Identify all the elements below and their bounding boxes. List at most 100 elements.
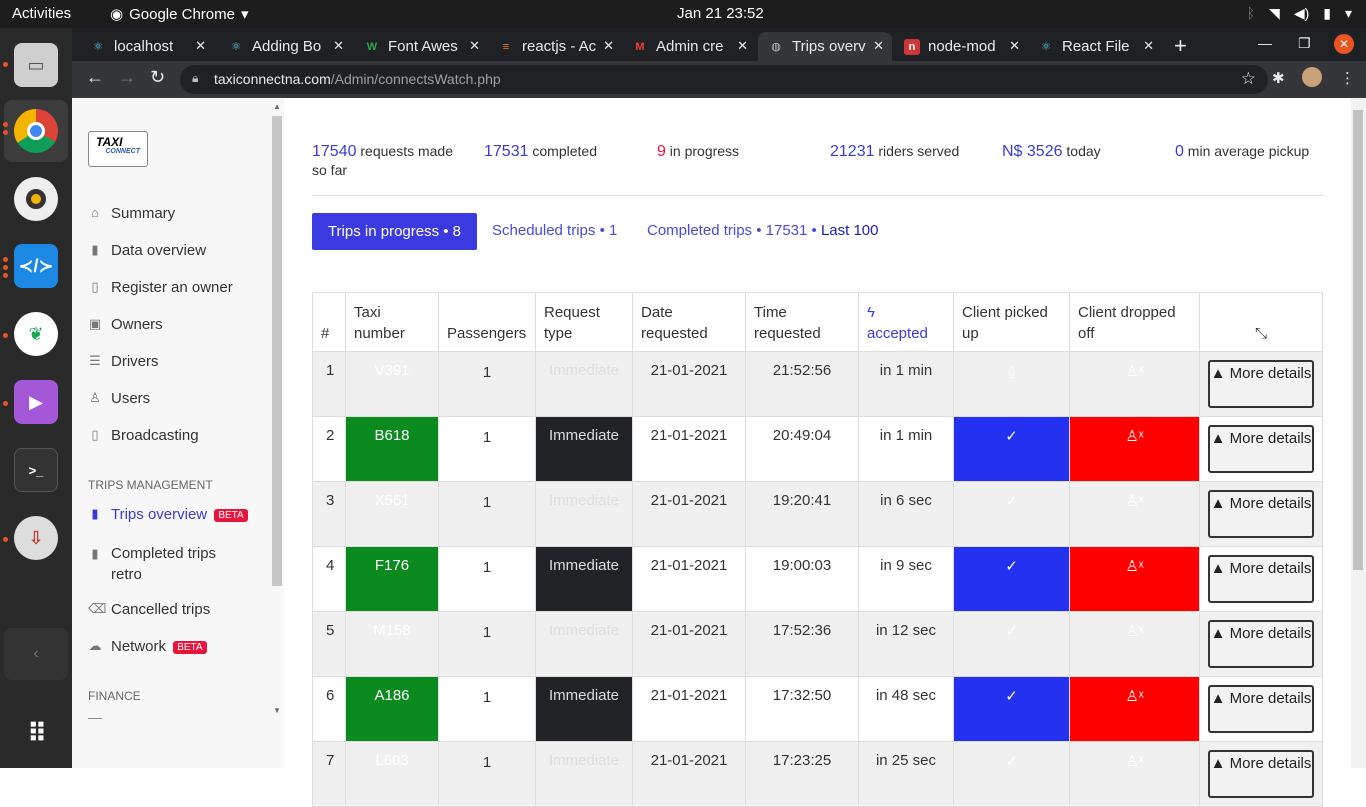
- sidebar-item-drivers[interactable]: ☰ Drivers: [88, 353, 158, 370]
- cell-passengers: 1: [438, 676, 536, 742]
- cell-dropped-off: ♙ˣ: [1069, 546, 1200, 612]
- sidebar-item-users[interactable]: ♙ Users: [88, 390, 150, 407]
- section-finance: FINANCE: [88, 689, 141, 703]
- close-icon[interactable]: ✕: [737, 38, 748, 54]
- dock-mongodb-compass[interactable]: ❦: [4, 303, 68, 365]
- browser-tab[interactable]: ≡ reactjs - Ac ✕: [488, 32, 622, 61]
- browser-tab[interactable]: ⚛ Adding Bo ✕: [218, 32, 352, 61]
- close-window-button[interactable]: ✕: [1334, 34, 1354, 54]
- more-details-button[interactable]: ▲ More details: [1208, 425, 1314, 473]
- sidebar-item-broadcasting[interactable]: ▯ Broadcasting: [88, 427, 198, 444]
- avatar[interactable]: [1302, 67, 1322, 87]
- kebab-menu-icon[interactable]: ⋮: [1340, 69, 1355, 87]
- sidebar-item-cancelled-trips[interactable]: ⌫ Cancelled trips: [88, 601, 210, 618]
- mongodb-icon: ❦: [14, 312, 58, 356]
- bar-chart-icon: ▮: [91, 546, 99, 561]
- cell-time: 17:52:36: [745, 611, 859, 677]
- check-icon: ✓: [1005, 428, 1018, 445]
- scroll-down-arrow[interactable]: ▼: [273, 706, 281, 715]
- more-details-button[interactable]: ▲ More details: [1208, 555, 1314, 603]
- reload-button[interactable]: ↻: [150, 67, 165, 88]
- dock-vscode[interactable]: ≺/≻: [4, 235, 68, 297]
- table-row: 5 M158 1 Immediate 21-01-2021 17:52:36 in 12 s…: [312, 611, 1323, 677]
- chevron-down-icon: ▾: [240, 6, 249, 23]
- cell-date: 21-01-2021: [632, 481, 746, 547]
- cell-time: 17:32:50: [745, 676, 859, 742]
- browser-tab[interactable]: W Font Awes ✕: [354, 32, 488, 61]
- bookmark-star-icon[interactable]: ☆: [1241, 69, 1256, 89]
- more-details-button[interactable]: ▲ More details: [1208, 360, 1314, 408]
- compress-icon[interactable]: ⤡: [1255, 325, 1267, 342]
- close-icon[interactable]: ✕: [1009, 38, 1020, 54]
- stat-avg-pickup: 0 min average pickup: [1175, 143, 1310, 160]
- chrome-icon: ◉: [110, 6, 124, 23]
- address-bar[interactable]: 🔒︎ taxiconnectna.com/Admin/connectsWatch…: [180, 65, 1268, 94]
- tab-completed-trips[interactable]: Completed trips • 17531 • Last 100: [647, 222, 878, 239]
- cell-index: 1: [312, 351, 346, 417]
- forward-button[interactable]: →: [118, 67, 136, 88]
- close-icon[interactable]: ✕: [603, 38, 614, 54]
- cell-accepted: in 12 sec: [858, 611, 954, 677]
- sidebar-item-owners[interactable]: ▣ Owners: [88, 316, 163, 333]
- scroll-up-arrow[interactable]: ▲: [273, 102, 281, 111]
- more-details-button[interactable]: ▲ More details: [1208, 685, 1314, 733]
- play-icon: ▶: [14, 380, 58, 424]
- sidebar-item-summary[interactable]: ⌂ Summary: [88, 205, 175, 222]
- more-details-button[interactable]: ▲ More details: [1208, 620, 1314, 668]
- globe-icon: ◍: [771, 41, 781, 53]
- close-icon[interactable]: ✕: [469, 38, 480, 54]
- more-details-button[interactable]: ▲ More details: [1208, 490, 1314, 538]
- app-menu[interactable]: ◉ Google Chrome ▾: [110, 5, 249, 24]
- stat-requests: 17540 requests made so far: [312, 143, 453, 178]
- browser-tab[interactable]: n node-mod ✕: [894, 32, 1028, 61]
- browser-tab-active[interactable]: ◍ Trips overv ✕: [758, 32, 892, 61]
- close-icon[interactable]: ✕: [873, 38, 884, 54]
- close-icon[interactable]: ✕: [333, 38, 344, 54]
- tab-trips-in-progress[interactable]: Trips in progress • 8: [312, 213, 477, 250]
- dock-rhythmbox[interactable]: [4, 168, 68, 230]
- dock-chrome[interactable]: [4, 100, 68, 162]
- new-tab-button[interactable]: +: [1174, 33, 1187, 59]
- cell-index: 5: [312, 611, 346, 677]
- dock-expand[interactable]: ‹: [4, 628, 68, 680]
- close-icon[interactable]: ✕: [1143, 38, 1154, 54]
- show-applications-button[interactable]: ⠿: [4, 702, 68, 764]
- maximize-button[interactable]: ❐: [1298, 35, 1311, 52]
- dock-terminal[interactable]: >_: [4, 439, 68, 501]
- extensions-icon[interactable]: ✱: [1272, 69, 1285, 87]
- col-date-requested: Date requested: [632, 292, 746, 352]
- minimize-button[interactable]: —: [1258, 35, 1272, 51]
- logo[interactable]: TAXI CONNECT: [88, 131, 148, 167]
- sidebar-item-trips-overview[interactable]: ▮ Trips overview BETA: [88, 506, 248, 523]
- browser-tab[interactable]: ⚛ localhost ✕: [80, 32, 214, 61]
- cell-index: 4: [312, 546, 346, 612]
- user-times-icon: ♙ˣ: [1125, 363, 1144, 380]
- sidebar-item-network[interactable]: ☁ Network BETA: [88, 638, 207, 655]
- chevron-left-icon: ‹: [33, 645, 39, 662]
- dock-video-player[interactable]: ▶: [4, 371, 68, 433]
- col-request-type: Request type: [535, 292, 633, 352]
- phone-icon: ▯: [91, 427, 99, 442]
- tab-scheduled-trips[interactable]: Scheduled trips • 1: [492, 222, 617, 239]
- cell-dropped-off: ♙ˣ: [1069, 741, 1200, 807]
- stackoverflow-icon: ≡: [502, 40, 510, 53]
- last-100-link[interactable]: Last 100: [821, 222, 879, 239]
- table-row: 2 B618 1 Immediate 21-01-2021 20:49:04 in 1 mi…: [312, 416, 1323, 482]
- sidebar-item-data-overview[interactable]: ▮ Data overview: [88, 242, 206, 259]
- browser-tab[interactable]: ⚛ React File ✕: [1028, 32, 1162, 61]
- back-button[interactable]: ←: [86, 67, 104, 88]
- trips-table: # Taxi number Passengers Request type Da…: [312, 292, 1323, 807]
- clock[interactable]: Jan 21 23:52: [677, 5, 764, 22]
- dock-files[interactable]: ▭: [4, 34, 68, 96]
- system-tray[interactable]: ᛒ ◥ ◀) ▮ ▾: [1247, 5, 1352, 22]
- close-icon[interactable]: ✕: [195, 38, 206, 54]
- sidebar-scrollbar[interactable]: [272, 116, 282, 586]
- activities-button[interactable]: Activities: [12, 5, 71, 22]
- sidebar-item-completed-retro[interactable]: ▮ Completed trips retro: [88, 543, 241, 585]
- page-scrollbar[interactable]: [1351, 98, 1366, 768]
- dock-software-updater[interactable]: ⇩: [4, 507, 68, 569]
- more-details-button[interactable]: ▲ More details: [1208, 750, 1314, 798]
- sidebar-item-register-owner[interactable]: ▯ Register an owner: [88, 279, 232, 296]
- cell-request-type: Immediate: [535, 351, 633, 417]
- browser-tab[interactable]: M Admin cre ✕: [622, 32, 756, 61]
